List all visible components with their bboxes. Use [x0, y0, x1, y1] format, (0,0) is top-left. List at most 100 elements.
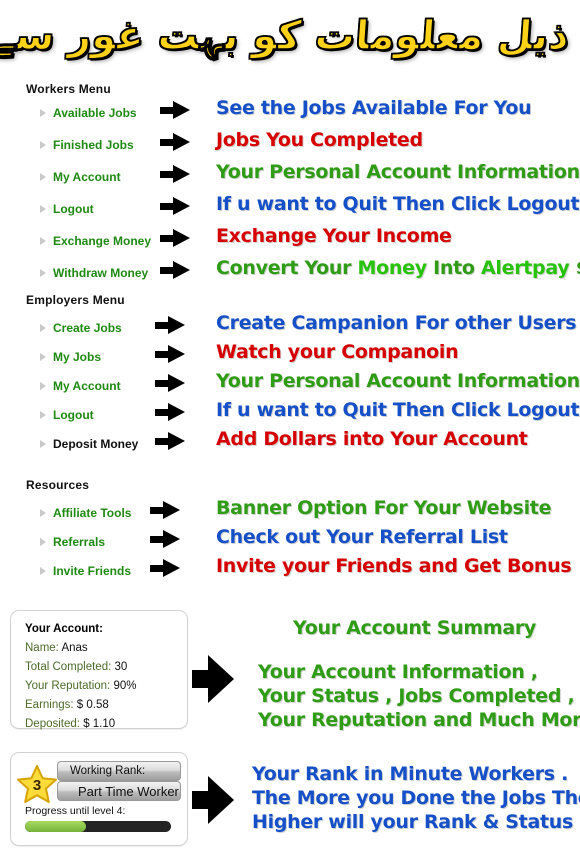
menu-item-description: Your Personal Account Information	[216, 161, 580, 183]
account-row-reputation: Your Reputation: 90%	[25, 680, 137, 692]
menu-item-description: Banner Option For Your Website	[216, 497, 552, 519]
account-row-total-completed: Total Completed: 30	[25, 661, 128, 673]
urdu-header-banner: مندرجہ ذیل معلومات کو بہت غور سے پڑھیں	[0, 0, 580, 72]
section-header-workers-menu: Workers Menu	[26, 82, 111, 96]
working-rank-title-panel: Part Time Worker	[57, 781, 181, 801]
section-header-employers-menu: Employers Menu	[26, 293, 125, 307]
account-row-deposited: Deposited: $ 1.10	[25, 718, 116, 730]
chevron-right-icon	[40, 173, 46, 181]
progress-bar	[25, 821, 171, 832]
account-value-deposited: $ 1.10	[83, 718, 116, 730]
chevron-right-icon	[40, 324, 46, 332]
account-value-name: Anas	[61, 642, 88, 654]
working-rank-label: Working Rank:	[70, 765, 146, 777]
menu-item-my-jobs[interactable]: My Jobs	[40, 346, 101, 368]
arrow-right-icon	[160, 101, 190, 119]
menu-item-description: If u want to Quit Then Click Logout	[216, 399, 580, 421]
chevron-right-icon	[40, 567, 46, 575]
menu-item-label: Logout	[53, 202, 94, 216]
menu-item-my-account[interactable]: My Account	[40, 166, 121, 188]
menu-item-label: My Account	[53, 170, 121, 184]
menu-item-exchange-money[interactable]: Exchange Money	[40, 230, 151, 252]
menu-item-label: Withdraw Money	[53, 266, 149, 280]
chevron-right-icon	[40, 440, 46, 448]
account-value-reputation: 90%	[113, 680, 137, 692]
account-row-name: Name: Anas	[25, 642, 88, 654]
menu-item-label: Create Jobs	[53, 321, 122, 335]
arrow-right-icon	[155, 316, 185, 334]
rank-note-line-1: Your Rank in Minute Workers .	[252, 763, 569, 785]
menu-item-description: Watch your Companoin	[216, 341, 459, 363]
menu-item-description: Invite your Friends and Get Bonus	[216, 555, 572, 577]
account-summary-line-3: Your Reputation and Much More	[258, 709, 580, 731]
menu-item-label: My Account	[53, 379, 121, 393]
menu-item-label: My Jobs	[53, 350, 102, 364]
arrow-right-icon	[155, 345, 185, 363]
star-level-number: 3	[32, 776, 42, 794]
urdu-header-text: مندرجہ ذیل معلومات کو بہت غور سے پڑھیں	[0, 12, 580, 60]
menu-item-finished-jobs[interactable]: Finished Jobs	[40, 134, 134, 156]
rank-note-line-2: The More you Done the Jobs The	[252, 787, 580, 809]
menu-item-logout[interactable]: Logout	[40, 404, 94, 426]
chevron-right-icon	[40, 269, 46, 277]
menu-item-deposit-money[interactable]: Deposit Money	[40, 433, 138, 455]
menu-item-label: Referrals	[53, 535, 106, 549]
menu-item-label: Invite Friends	[53, 564, 132, 578]
section-header-resources: Resources	[26, 478, 90, 492]
arrow-right-icon	[160, 133, 190, 151]
menu-item-label: Logout	[53, 408, 94, 422]
arrow-right-icon	[160, 197, 190, 215]
account-value-total-completed: 30	[114, 661, 128, 673]
menu-item-label: Finished Jobs	[53, 138, 134, 152]
chevron-right-icon	[40, 109, 46, 117]
menu-item-description: Add Dollars into Your Account	[216, 428, 528, 450]
menu-item-description: Your Personal Account Information	[216, 370, 580, 392]
account-summary-line-1: Your Account Information ,	[258, 661, 538, 683]
arrow-right-icon	[160, 165, 190, 183]
arrow-right-icon	[155, 403, 185, 421]
menu-item-label: Affiliate Tools	[53, 506, 132, 520]
arrow-right-icon	[150, 530, 180, 548]
progress-label: Progress until level 4:	[25, 805, 126, 817]
chevron-right-icon	[40, 353, 46, 361]
account-value-earnings: $ 0.58	[76, 699, 109, 711]
menu-item-referrals[interactable]: Referrals	[40, 531, 105, 553]
star-icon: 3	[17, 765, 57, 803]
working-rank-card: Working Rank: Part Time Worker 3 Progres…	[10, 752, 188, 846]
account-card-title: Your Account:	[25, 623, 103, 635]
account-summary-heading: Your Account Summary	[293, 617, 536, 639]
account-summary-card: Your Account: Name: Anas Total Completed…	[10, 610, 188, 730]
menu-item-description: Check out Your Referral List	[216, 526, 508, 548]
chevron-right-icon	[40, 205, 46, 213]
working-rank-title: Part Time Worker	[78, 783, 179, 799]
menu-item-label: Deposit Money	[53, 437, 139, 451]
menu-item-available-jobs[interactable]: Available Jobs	[40, 102, 137, 124]
menu-item-description: Exchange Your Income	[216, 225, 452, 247]
menu-item-create-jobs[interactable]: Create Jobs	[40, 317, 122, 339]
arrow-right-icon	[150, 559, 180, 577]
arrow-right-icon-rank	[192, 776, 234, 824]
arrow-right-icon	[155, 432, 185, 450]
menu-item-invite-friends[interactable]: Invite Friends	[40, 560, 131, 582]
menu-item-withdraw-money[interactable]: Withdraw Money	[40, 262, 148, 284]
progress-bar-fill	[25, 821, 87, 832]
menu-item-description: Convert Your Money Into Alertpay $	[216, 257, 580, 279]
rank-note-line-3: Higher will your Rank & Status	[252, 811, 573, 833]
chevron-right-icon	[40, 509, 46, 517]
arrow-right-icon-account	[192, 655, 234, 703]
arrow-right-icon	[150, 501, 180, 519]
menu-item-label: Available Jobs	[53, 106, 137, 120]
chevron-right-icon	[40, 382, 46, 390]
menu-item-logout[interactable]: Logout	[40, 198, 94, 220]
menu-item-label: Exchange Money	[53, 234, 152, 248]
arrow-right-icon	[160, 261, 190, 279]
menu-item-description: Create Campanion For other Users	[216, 312, 577, 334]
chevron-right-icon	[40, 141, 46, 149]
arrow-right-icon	[155, 374, 185, 392]
chevron-right-icon	[40, 411, 46, 419]
menu-item-description: Jobs You Completed	[216, 129, 423, 151]
menu-item-my-account[interactable]: My Account	[40, 375, 121, 397]
menu-item-description: See the Jobs Available For You	[216, 97, 532, 119]
working-rank-label-panel: Working Rank:	[57, 761, 181, 781]
menu-item-affiliate-tools[interactable]: Affiliate Tools	[40, 502, 131, 524]
